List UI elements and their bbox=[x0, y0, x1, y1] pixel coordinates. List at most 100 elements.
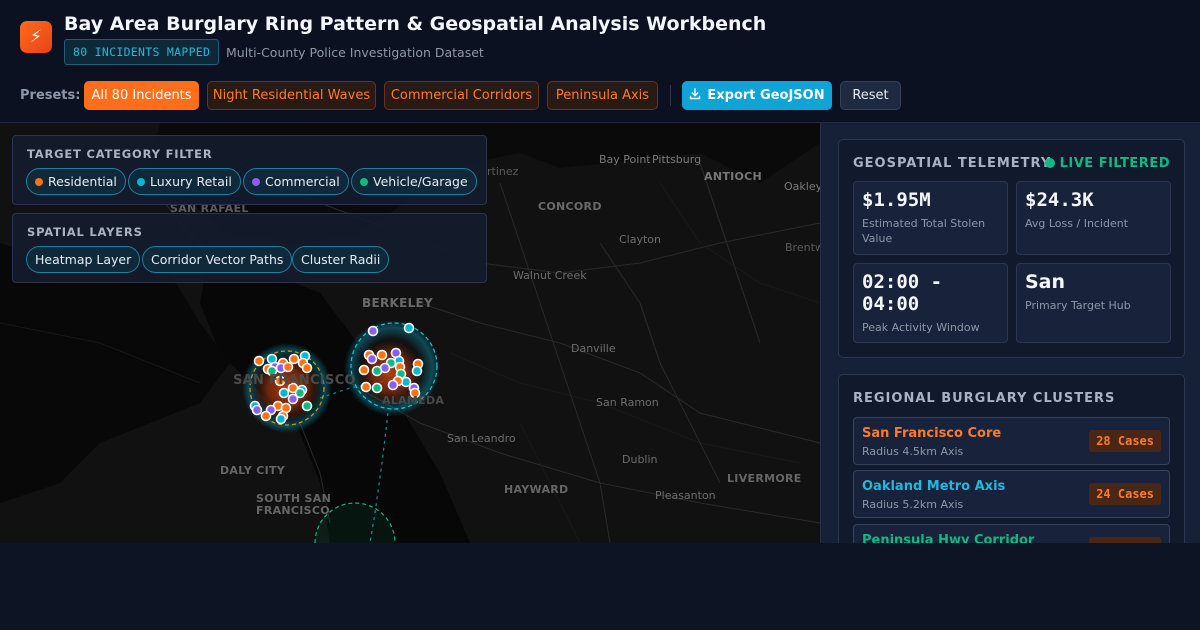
analysis-sidebar: GEOSPATIAL TELEMETRY LIVE FILTERED $1.95… bbox=[820, 123, 1200, 543]
category-filter-panel: TARGET CATEGORY FILTER Residential Luxur… bbox=[12, 135, 487, 205]
incident-marker[interactable] bbox=[371, 365, 383, 377]
place-livermore: LIVERMORE bbox=[727, 472, 802, 485]
stat-total-stolen: $1.95M Estimated Total Stolen Value bbox=[853, 181, 1008, 255]
chip-label: Residential bbox=[48, 174, 117, 189]
incident-marker[interactable] bbox=[360, 381, 372, 393]
header: ⚡ Bay Area Burglary Ring Pattern & Geosp… bbox=[0, 0, 1200, 123]
place-san-francisco: SAN FRANCISCO bbox=[233, 373, 356, 388]
incident-marker[interactable] bbox=[366, 353, 378, 365]
dataset-subtitle: Multi-County Police Investigation Datase… bbox=[226, 45, 484, 60]
spatial-layers-panel: SPATIAL LAYERS Heatmap Layer Corridor Ve… bbox=[12, 213, 487, 283]
cluster-item-sf-core[interactable]: San Francisco Core Radius 4.5km Axis 28 … bbox=[853, 417, 1170, 465]
preset-all-incidents-button[interactable]: All 80 Incidents bbox=[84, 81, 199, 110]
cluster-radius: Radius 5.2km Axis bbox=[862, 498, 964, 511]
place-daly-city: DALY CITY bbox=[220, 464, 286, 477]
stat-value: 02:00 - 04:00 bbox=[862, 271, 943, 315]
stat-value: $1.95M bbox=[862, 189, 931, 211]
place-san-ramon: San Ramon bbox=[596, 396, 659, 409]
preset-peninsula-axis-button[interactable]: Peninsula Axis bbox=[547, 81, 658, 110]
luxury-retail-dot-icon bbox=[137, 178, 145, 186]
place-south-sf-line2: FRANCISCO bbox=[256, 504, 330, 517]
filter-chip-vehicle-garage[interactable]: Vehicle/Garage bbox=[351, 168, 477, 195]
cluster-item-peninsula-hwy[interactable]: Peninsula Hwy Corridor bbox=[853, 524, 1170, 543]
place-hayward: HAYWARD bbox=[504, 483, 569, 496]
place-alameda: ALAMEDA bbox=[382, 394, 445, 407]
clusters-card: REGIONAL BURGLARY CLUSTERS San Francisco… bbox=[838, 374, 1185, 543]
stat-label: Estimated Total Stolen Value bbox=[862, 217, 986, 245]
stat-label: Peak Activity Window bbox=[862, 321, 980, 334]
filter-chip-luxury-retail[interactable]: Luxury Retail bbox=[128, 168, 241, 195]
place-pittsburg: Pittsburg bbox=[652, 153, 702, 166]
clusters-title: REGIONAL BURGLARY CLUSTERS bbox=[853, 391, 1116, 406]
incident-marker[interactable] bbox=[367, 325, 379, 337]
incident-marker[interactable] bbox=[403, 322, 415, 334]
chip-label: Vehicle/Garage bbox=[373, 174, 468, 189]
incident-marker[interactable] bbox=[411, 365, 423, 377]
place-clayton: Clayton bbox=[619, 233, 662, 246]
reset-button[interactable]: Reset bbox=[840, 81, 901, 110]
commercial-dot-icon bbox=[252, 178, 260, 186]
incident-marker[interactable] bbox=[253, 355, 265, 367]
incident-marker[interactable] bbox=[376, 349, 388, 361]
incident-marker[interactable] bbox=[371, 382, 383, 394]
stat-label: Avg Loss / Incident bbox=[1025, 217, 1129, 230]
stat-value: $24.3K bbox=[1025, 189, 1094, 211]
category-filter-title: TARGET CATEGORY FILTER bbox=[27, 147, 213, 161]
cluster-item-oakland-metro[interactable]: Oakland Metro Axis Radius 5.2km Axis 24 … bbox=[853, 470, 1170, 518]
spatial-layers-title: SPATIAL LAYERS bbox=[27, 225, 143, 239]
stat-primary-hub: San Primary Target Hub bbox=[1016, 263, 1171, 343]
app-window: ⚡ Bay Area Burglary Ring Pattern & Geosp… bbox=[0, 0, 1200, 543]
stat-value: San bbox=[1025, 271, 1066, 293]
incidents-mapped-badge: 80 INCIDENTS MAPPED bbox=[64, 39, 220, 65]
cluster-name: Oakland Metro Axis bbox=[862, 479, 1006, 494]
incident-marker[interactable] bbox=[301, 362, 313, 374]
place-martinez: rtinez bbox=[487, 165, 519, 178]
cluster-name: San Francisco Core bbox=[862, 426, 1002, 441]
live-filtered-indicator: LIVE FILTERED bbox=[1044, 156, 1170, 171]
download-icon bbox=[690, 88, 701, 100]
lightning-logo-icon: ⚡ bbox=[20, 21, 52, 53]
layer-chip-heatmap[interactable]: Heatmap Layer bbox=[26, 246, 141, 273]
layer-chip-corridor-paths[interactable]: Corridor Vector Paths bbox=[142, 246, 293, 273]
incident-marker[interactable] bbox=[260, 410, 272, 422]
incident-marker[interactable] bbox=[387, 379, 399, 391]
place-san-leandro: San Leandro bbox=[447, 432, 516, 445]
page-title: Bay Area Burglary Ring Pattern & Geospat… bbox=[64, 13, 767, 35]
map-canvas[interactable]: Bay Point Pittsburg rtinez ANTIOCH Oakle… bbox=[0, 123, 820, 543]
live-dot-icon bbox=[1044, 158, 1055, 168]
place-berkeley: BERKELEY bbox=[362, 296, 434, 310]
telemetry-title: GEOSPATIAL TELEMETRY bbox=[853, 156, 1052, 171]
incident-marker[interactable] bbox=[275, 413, 287, 425]
cluster-name: Peninsula Hwy Corridor bbox=[862, 533, 1035, 543]
incident-marker[interactable] bbox=[301, 400, 313, 412]
incident-marker[interactable] bbox=[358, 364, 370, 376]
live-label: LIVE FILTERED bbox=[1059, 156, 1170, 171]
place-antioch: ANTIOCH bbox=[704, 170, 763, 183]
vehicle-garage-dot-icon bbox=[360, 178, 368, 186]
incident-marker[interactable] bbox=[288, 353, 300, 365]
residential-dot-icon bbox=[35, 178, 43, 186]
cluster-cases-badge bbox=[1089, 537, 1161, 543]
incident-marker[interactable] bbox=[282, 361, 294, 373]
filter-chip-commercial[interactable]: Commercial bbox=[243, 168, 349, 195]
layer-chip-cluster-radii[interactable]: Cluster Radii bbox=[292, 246, 390, 273]
telemetry-card: GEOSPATIAL TELEMETRY LIVE FILTERED $1.95… bbox=[838, 139, 1185, 358]
filter-chip-residential[interactable]: Residential bbox=[26, 168, 126, 195]
cluster-radius: Radius 4.5km Axis bbox=[862, 445, 964, 458]
export-geojson-button[interactable]: Export GeoJSON bbox=[682, 81, 832, 110]
preset-night-residential-button[interactable]: Night Residential Waves bbox=[207, 81, 376, 110]
place-bay-point: Bay Point bbox=[599, 153, 651, 166]
place-dublin: Dublin bbox=[622, 453, 658, 466]
stat-label: Primary Target Hub bbox=[1025, 299, 1131, 312]
place-oakley: Oakley bbox=[784, 180, 820, 193]
place-concord: CONCORD bbox=[538, 200, 602, 213]
presets-label: Presets: bbox=[20, 88, 81, 103]
incident-marker[interactable] bbox=[278, 387, 290, 399]
toolbar-divider bbox=[670, 85, 671, 106]
chip-label: Commercial bbox=[265, 174, 340, 189]
incident-marker[interactable] bbox=[251, 404, 263, 416]
preset-commercial-corridors-button[interactable]: Commercial Corridors bbox=[384, 81, 539, 110]
incident-marker[interactable] bbox=[287, 393, 299, 405]
chip-label: Luxury Retail bbox=[150, 174, 232, 189]
cluster-cases-badge: 24 Cases bbox=[1089, 483, 1161, 505]
